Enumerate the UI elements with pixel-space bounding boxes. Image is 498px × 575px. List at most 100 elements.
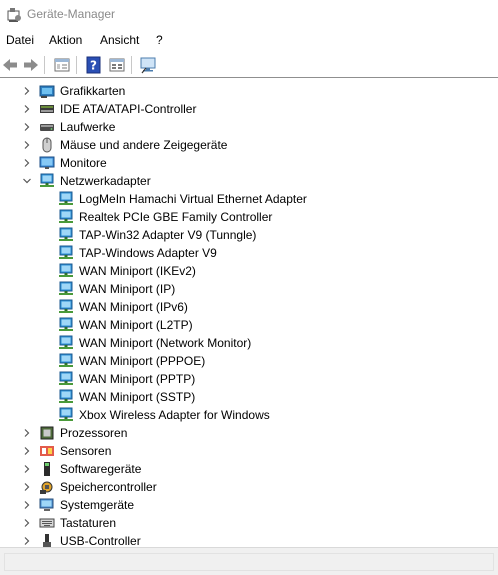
device-tree[interactable]: Grafikkarten IDE ATA/ATAPI-Controller Lauf…	[0, 80, 498, 547]
network-adapter-icon	[59, 389, 73, 403]
system-device-icon	[39, 498, 54, 511]
forward-arrow-icon[interactable]	[22, 56, 40, 74]
tree-item-mäuse-und-andere-zeigegeräte[interactable]: Mäuse und andere Zeigegeräte	[0, 136, 498, 154]
network-adapter-icon	[59, 263, 73, 277]
device-item-label: LogMeIn Hamachi Virtual Ethernet Adapter	[79, 192, 307, 206]
network-adapter-icon	[59, 191, 73, 205]
network-adapter-icon	[59, 407, 73, 421]
toolbar: ?	[0, 52, 498, 78]
tree-item-tastaturen[interactable]: Tastaturen	[0, 514, 498, 532]
device-item-realtek-pcie-gbe-family-controller[interactable]: Realtek PCIe GBE Family Controller	[0, 208, 498, 226]
chevron-right-icon[interactable]	[22, 122, 32, 132]
device-item-label: WAN Miniport (IPv6)	[79, 300, 188, 314]
chevron-right-icon[interactable]	[22, 518, 32, 528]
tree-item-sensoren[interactable]: Sensoren	[0, 442, 498, 460]
menu-help[interactable]: ?	[156, 33, 163, 47]
tree-item-netzwerkadapter[interactable]: Netzwerkadapter	[0, 172, 498, 190]
ide-controller-icon	[40, 105, 54, 113]
monitor-icon	[39, 156, 55, 169]
view-icon[interactable]	[108, 56, 126, 74]
device-item-label: Xbox Wireless Adapter for Windows	[79, 408, 270, 422]
tree-item-grafikkarten[interactable]: Grafikkarten	[0, 82, 498, 100]
network-adapter-icon	[59, 353, 73, 367]
tree-item-label: Sensoren	[60, 444, 112, 458]
tree-item-label: Softwaregeräte	[60, 462, 142, 476]
tree-item-ide-ata-atapi-controller[interactable]: IDE ATA/ATAPI-Controller	[0, 100, 498, 118]
menu-aktion[interactable]: Aktion	[49, 33, 82, 47]
device-item-label: WAN Miniport (SSTP)	[79, 390, 196, 404]
storage-controller-icon	[40, 481, 53, 494]
tree-item-speichercontroller[interactable]: Speichercontroller	[0, 478, 498, 496]
title-bar: Geräte-Manager	[0, 0, 498, 30]
window-title: Geräte-Manager	[27, 7, 116, 21]
status-pane	[4, 553, 494, 571]
tree-item-label: IDE ATA/ATAPI-Controller	[60, 102, 197, 116]
back-arrow-icon[interactable]	[1, 56, 19, 74]
chevron-right-icon[interactable]	[22, 464, 32, 474]
device-item-tap-windows-adapter-v9[interactable]: TAP-Windows Adapter V9	[0, 244, 498, 262]
device-item-logmein-hamachi-virtual-ethernet-adapter[interactable]: LogMeIn Hamachi Virtual Ethernet Adapter	[0, 190, 498, 208]
tree-item-monitore[interactable]: Monitore	[0, 154, 498, 172]
menu-datei[interactable]: Datei	[6, 33, 34, 47]
chevron-right-icon[interactable]	[22, 428, 32, 438]
device-item-wan-miniport-sstp[interactable]: WAN Miniport (SSTP)	[0, 388, 498, 406]
toolbar-separator	[131, 56, 132, 74]
chevron-right-icon[interactable]	[22, 104, 32, 114]
device-item-wan-miniport-ipv6[interactable]: WAN Miniport (IPv6)	[0, 298, 498, 316]
tree-item-label: Grafikkarten	[60, 84, 126, 98]
network-adapter-icon	[59, 227, 73, 241]
status-bar	[0, 547, 498, 575]
tree-item-label: Netzwerkadapter	[60, 174, 151, 188]
network-adapter-icon	[40, 173, 54, 187]
usb-controller-icon	[43, 534, 51, 547]
tree-item-label: Systemgeräte	[60, 498, 135, 512]
device-item-wan-miniport-pppoe[interactable]: WAN Miniport (PPPOE)	[0, 352, 498, 370]
chevron-right-icon[interactable]	[22, 500, 32, 510]
network-adapter-icon	[59, 281, 73, 295]
network-adapter-icon	[59, 335, 73, 349]
processor-icon	[40, 426, 54, 440]
device-item-wan-miniport-network-monitor[interactable]: WAN Miniport (Network Monitor)	[0, 334, 498, 352]
network-adapter-icon	[59, 299, 73, 313]
device-item-label: Realtek PCIe GBE Family Controller	[79, 210, 273, 224]
tree-item-label: Mäuse und andere Zeigegeräte	[60, 138, 228, 152]
software-device-icon	[44, 462, 50, 476]
device-item-label: WAN Miniport (Network Monitor)	[79, 336, 252, 350]
tree-item-label: Tastaturen	[60, 516, 117, 530]
display-adapter-icon	[39, 85, 55, 98]
device-item-wan-miniport-ikev2[interactable]: WAN Miniport (IKEv2)	[0, 262, 498, 280]
device-item-label: WAN Miniport (PPPOE)	[79, 354, 206, 368]
tree-item-usb-controller[interactable]: USB-Controller	[0, 532, 498, 547]
menu-ansicht[interactable]: Ansicht	[100, 33, 139, 47]
scan-hardware-icon[interactable]	[139, 56, 157, 74]
network-adapter-icon	[59, 317, 73, 331]
chevron-down-icon[interactable]	[22, 176, 32, 186]
toolbar-separator	[76, 56, 77, 74]
device-item-wan-miniport-pptp[interactable]: WAN Miniport (PPTP)	[0, 370, 498, 388]
help-icon[interactable]: ?	[85, 56, 103, 74]
keyboard-icon	[39, 518, 55, 528]
chevron-right-icon[interactable]	[22, 446, 32, 456]
tree-item-systemgeräte[interactable]: Systemgeräte	[0, 496, 498, 514]
svg-text:?: ?	[90, 59, 97, 73]
chevron-right-icon[interactable]	[22, 86, 32, 96]
mouse-icon	[42, 137, 52, 153]
properties-icon[interactable]	[53, 56, 71, 74]
chevron-right-icon[interactable]	[22, 158, 32, 168]
device-item-label: WAN Miniport (L2TP)	[79, 318, 193, 332]
toolbar-separator	[44, 56, 45, 74]
device-item-label: TAP-Windows Adapter V9	[79, 246, 217, 260]
device-item-wan-miniport-l2tp[interactable]: WAN Miniport (L2TP)	[0, 316, 498, 334]
chevron-right-icon[interactable]	[22, 536, 32, 546]
tree-item-laufwerke[interactable]: Laufwerke	[0, 118, 498, 136]
chevron-right-icon[interactable]	[22, 482, 32, 492]
chevron-right-icon[interactable]	[22, 140, 32, 150]
device-item-tap-win32-adapter-v9-tunngle[interactable]: TAP-Win32 Adapter V9 (Tunngle)	[0, 226, 498, 244]
device-item-xbox-wireless-adapter-for-windows[interactable]: Xbox Wireless Adapter for Windows	[0, 406, 498, 424]
tree-item-prozessoren[interactable]: Prozessoren	[0, 424, 498, 442]
tree-item-label: USB-Controller	[60, 534, 141, 547]
menu-bar: Datei Aktion Ansicht ?	[0, 30, 498, 50]
device-item-wan-miniport-ip[interactable]: WAN Miniport (IP)	[0, 280, 498, 298]
sensor-icon	[40, 446, 54, 456]
tree-item-softwaregeräte[interactable]: Softwaregeräte	[0, 460, 498, 478]
